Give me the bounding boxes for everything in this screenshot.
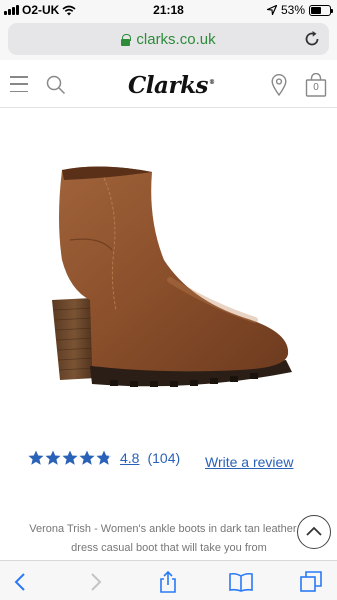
tabs-icon[interactable] xyxy=(300,571,322,593)
store-locator-icon[interactable] xyxy=(271,74,287,96)
rating-value[interactable]: 4.8 xyxy=(120,450,139,466)
star-icon xyxy=(62,450,78,465)
clarks-logo[interactable]: Clarks® xyxy=(128,72,215,99)
star-icon xyxy=(79,450,95,465)
back-icon[interactable] xyxy=(10,571,32,593)
shopping-bag-icon[interactable]: 0 xyxy=(305,72,327,97)
star-icon xyxy=(28,450,44,465)
forward-icon[interactable] xyxy=(84,571,106,593)
star-icon xyxy=(45,450,61,465)
rating-row: 4.8 (104) xyxy=(28,450,180,466)
address-bar[interactable]: clarks.co.uk xyxy=(8,23,329,55)
battery-icon xyxy=(309,4,333,16)
status-bar: O2-UK 21:18 53% xyxy=(0,0,337,20)
rating-stars xyxy=(28,450,112,466)
write-review-link[interactable]: Write a review xyxy=(205,454,293,470)
bookmarks-icon[interactable] xyxy=(229,571,253,593)
share-icon[interactable] xyxy=(157,571,179,593)
reload-icon[interactable] xyxy=(303,30,321,48)
site-header: Clarks® 0 xyxy=(0,62,337,108)
bag-count: 0 xyxy=(313,82,319,93)
scroll-to-top-button[interactable] xyxy=(297,515,331,549)
menu-icon[interactable] xyxy=(10,76,28,92)
lock-icon xyxy=(121,34,132,46)
browser-address-area: clarks.co.uk xyxy=(0,20,337,60)
browser-toolbar xyxy=(0,560,337,600)
url-text[interactable]: clarks.co.uk xyxy=(136,31,215,48)
review-count[interactable]: (104) xyxy=(147,450,180,466)
search-icon[interactable] xyxy=(46,75,66,95)
product-image-boot[interactable] xyxy=(40,140,300,400)
star-icon xyxy=(96,450,112,465)
chevron-up-icon xyxy=(306,526,322,536)
location-arrow-icon xyxy=(266,5,277,15)
battery-percent: 53% xyxy=(280,3,305,17)
product-description: Verona Trish - Women's ankle boots in da… xyxy=(29,523,309,554)
